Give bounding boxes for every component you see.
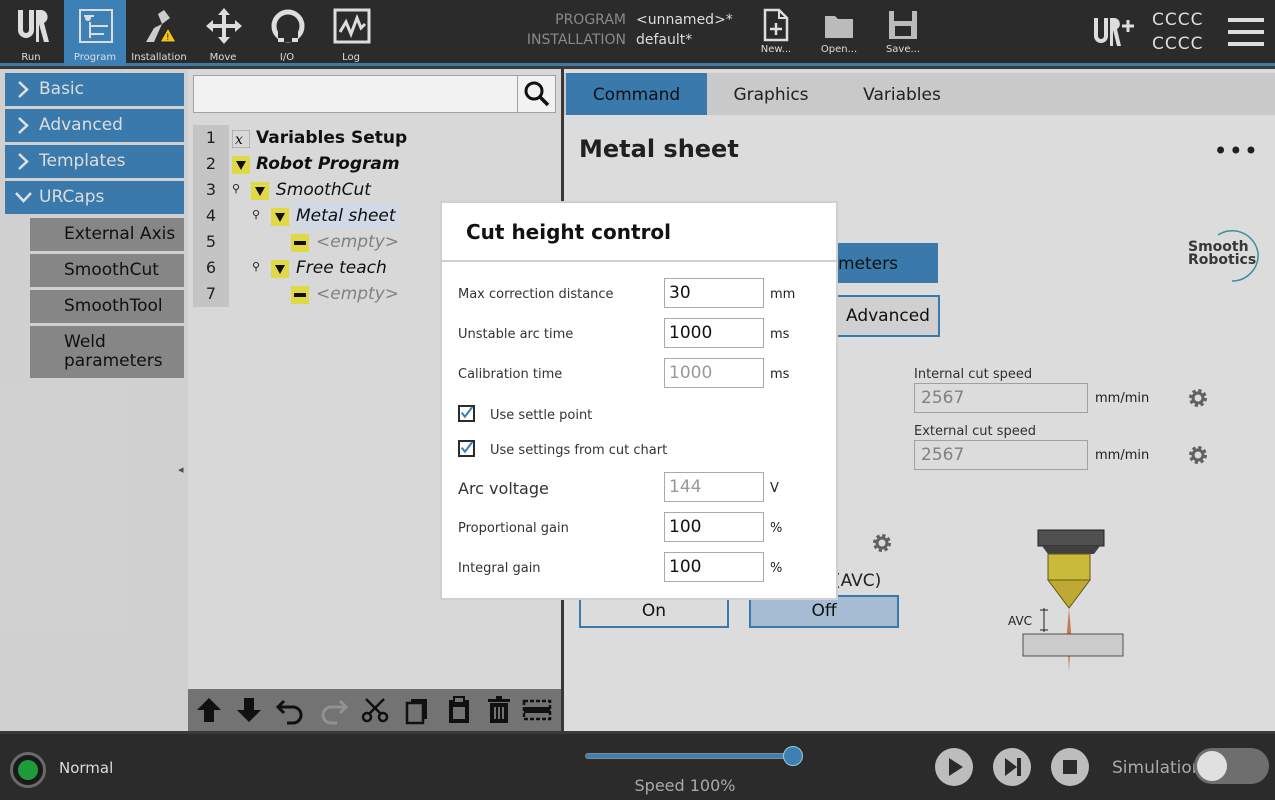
calibration-time-label: Calibration time bbox=[458, 367, 563, 382]
installation-nav-label: Installation bbox=[131, 52, 187, 63]
svg-text:!: ! bbox=[166, 33, 170, 43]
max-correction-label: Max correction distance bbox=[458, 287, 614, 302]
top-bar: Run Program ! Installation Move I/O Log … bbox=[0, 0, 1275, 66]
installation-key: INSTALLATION bbox=[526, 32, 626, 48]
integral-gain-input[interactable]: 100 bbox=[664, 552, 764, 582]
play-icon bbox=[949, 758, 963, 776]
program-nav-label: Program bbox=[73, 52, 117, 63]
arc-voltage-unit: V bbox=[770, 481, 779, 496]
installation-name: default* bbox=[636, 32, 693, 48]
cut-chart-label: Use settings from cut chart bbox=[490, 443, 668, 458]
cut-height-control-dialog: Cut height control Max correction distan… bbox=[440, 201, 838, 600]
cut-chart-checkbox[interactable] bbox=[458, 440, 475, 457]
simulation-toggle[interactable] bbox=[1194, 748, 1269, 784]
save-disk-icon bbox=[889, 11, 917, 39]
io-nav-label: I/O bbox=[279, 52, 295, 63]
max-correction-unit: mm bbox=[770, 287, 796, 302]
unstable-arc-unit: ms bbox=[770, 327, 790, 342]
log-chart-icon bbox=[333, 8, 371, 44]
new-button[interactable]: New... bbox=[748, 0, 804, 66]
status-led-icon[interactable] bbox=[10, 752, 46, 788]
proportional-gain-label: Proportional gain bbox=[458, 521, 569, 536]
io-icon bbox=[271, 9, 305, 43]
ur-polyscope-window: Run Program ! Installation Move I/O Log … bbox=[0, 0, 1275, 800]
settle-point-label: Use settle point bbox=[490, 408, 593, 423]
move-nav-label: Move bbox=[209, 52, 237, 63]
stop-icon bbox=[1063, 760, 1077, 774]
program-icon bbox=[79, 9, 113, 43]
calibration-time-unit: ms bbox=[770, 367, 790, 382]
installation-nav-button[interactable]: ! Installation bbox=[128, 0, 190, 66]
save-label: Save... bbox=[885, 44, 921, 55]
play-button[interactable] bbox=[935, 748, 973, 786]
speed-slider[interactable] bbox=[585, 753, 793, 759]
user-line-1: CCCC bbox=[1152, 10, 1204, 30]
step-button[interactable] bbox=[993, 748, 1031, 786]
unstable-arc-label: Unstable arc time bbox=[458, 327, 574, 342]
program-key: PROGRAM bbox=[555, 12, 626, 28]
integral-gain-label: Integral gain bbox=[458, 561, 541, 576]
new-label: New... bbox=[760, 44, 792, 55]
move-nav-button[interactable]: Move bbox=[192, 0, 254, 66]
save-button[interactable]: Save... bbox=[875, 0, 931, 66]
program-name: <unnamed>* bbox=[636, 12, 733, 28]
speed-slider-handle[interactable] bbox=[783, 746, 803, 766]
step-forward-icon bbox=[1005, 758, 1021, 776]
move-arrows-icon bbox=[206, 8, 242, 44]
user-line-2: CCCC bbox=[1152, 34, 1204, 54]
installation-warning-icon: ! bbox=[146, 10, 177, 43]
integral-gain-unit: % bbox=[770, 561, 783, 576]
open-button[interactable]: Open... bbox=[811, 0, 867, 66]
dialog-title: Cut height control bbox=[466, 220, 672, 244]
new-file-icon bbox=[763, 8, 789, 42]
ur-logo-icon bbox=[18, 10, 49, 42]
arc-voltage-label: Arc voltage bbox=[458, 479, 549, 498]
settle-point-checkbox[interactable] bbox=[458, 405, 475, 422]
program-nav-button[interactable]: Program bbox=[64, 0, 126, 66]
log-nav-button[interactable]: Log bbox=[320, 0, 382, 66]
proportional-gain-unit: % bbox=[770, 521, 783, 536]
speed-text: Speed 100% bbox=[634, 776, 736, 795]
run-nav-button[interactable]: Run bbox=[0, 0, 62, 66]
footer-bar: Normal Speed 100% Simulation bbox=[0, 734, 1275, 800]
open-folder-icon bbox=[825, 16, 853, 38]
ur-plus-icon[interactable] bbox=[1092, 16, 1136, 48]
arc-voltage-input[interactable]: 144 bbox=[664, 472, 764, 502]
proportional-gain-input[interactable]: 100 bbox=[664, 512, 764, 542]
log-nav-label: Log bbox=[342, 52, 360, 63]
max-correction-input[interactable]: 30 bbox=[664, 278, 764, 308]
io-nav-button[interactable]: I/O bbox=[256, 0, 318, 66]
dialog-divider bbox=[442, 260, 836, 262]
unstable-arc-input[interactable]: 1000 bbox=[664, 318, 764, 348]
simulation-label: Simulation bbox=[1112, 758, 1203, 778]
hamburger-menu-icon[interactable] bbox=[1226, 16, 1266, 48]
run-nav-label: Run bbox=[21, 52, 41, 63]
open-label: Open... bbox=[820, 44, 858, 55]
calibration-time-input[interactable]: 1000 bbox=[664, 358, 764, 388]
checkmark-icon bbox=[460, 406, 474, 419]
checkmark-icon bbox=[460, 441, 474, 454]
robot-status: Normal bbox=[59, 759, 114, 777]
stop-button[interactable] bbox=[1051, 748, 1089, 786]
